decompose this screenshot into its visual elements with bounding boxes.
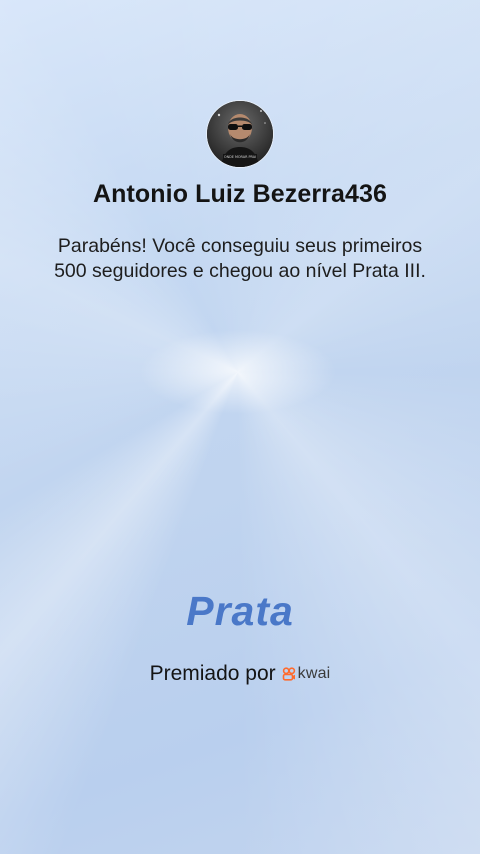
congratulations-message: Parabéns! Você conseguiu seus primeiros … [54,235,426,282]
user-name: Antonio Luiz Bezerra436 [92,180,388,208]
awarded-by: Premiado por kwai [0,662,480,686]
award-screen: ONDE MORAR PRAI Antonio Luiz Bezerra436 … [0,0,480,854]
level-title: Prata [186,588,294,634]
avatar-image: ONDE MORAR PRAI [207,101,273,167]
kwai-brand-name: kwai [297,665,331,682]
awarded-by-label: Premiado por [149,662,276,685]
kwai-brand: kwai [282,665,331,683]
avatar-caption: ONDE MORAR PRAI [224,155,256,159]
avatar: ONDE MORAR PRAI [207,101,273,167]
kwai-logo-icon [282,667,295,681]
